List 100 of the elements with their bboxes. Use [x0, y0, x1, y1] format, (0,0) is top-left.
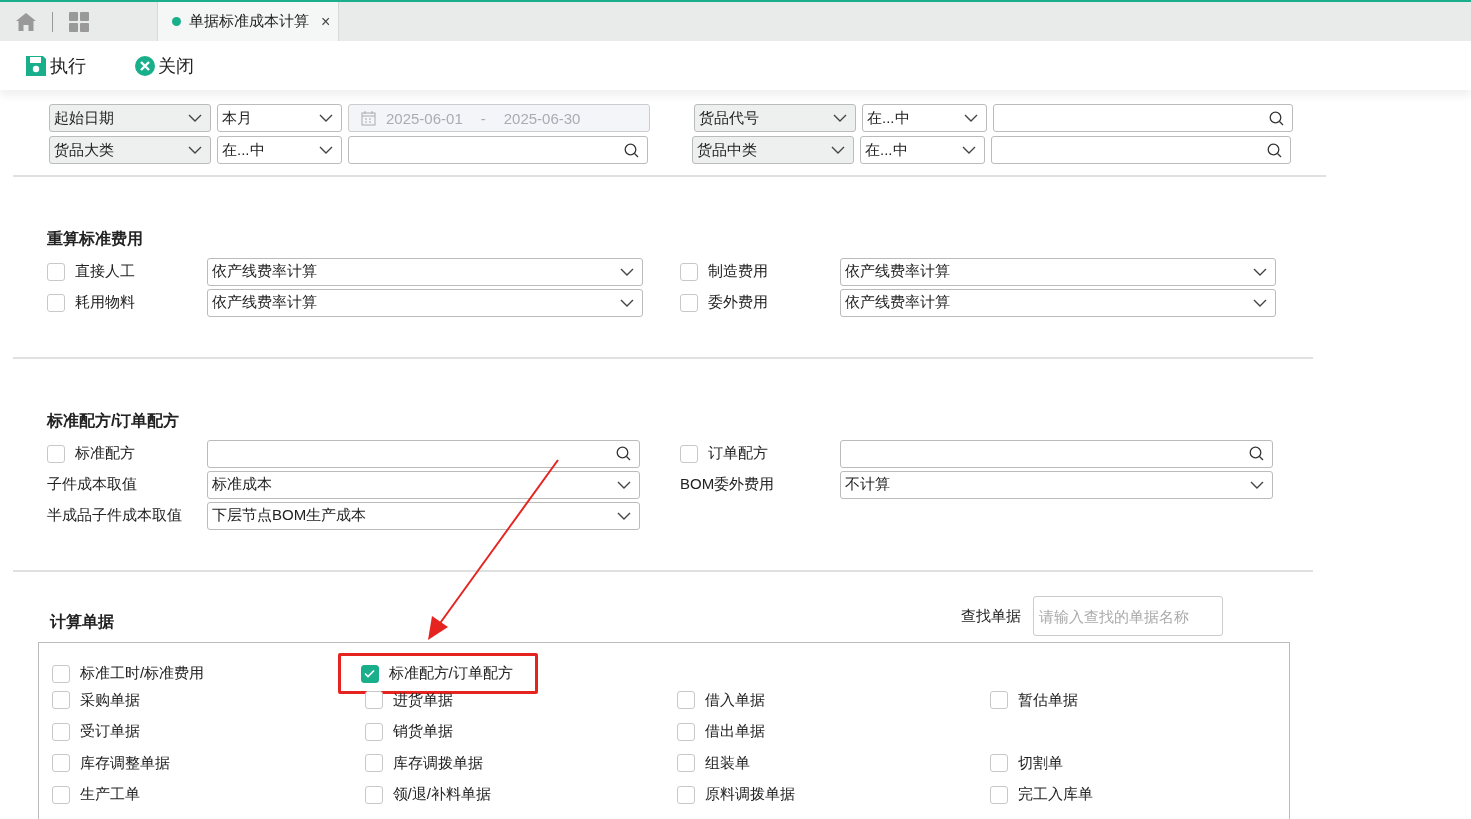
select-value: 在...中 [222, 140, 265, 160]
document-label: 暂估单据 [1017, 690, 1078, 710]
checkbox[interactable] [364, 691, 383, 710]
grid-icon[interactable] [69, 11, 89, 32]
select-value: 在...中 [865, 140, 908, 160]
document-label: 组装单 [705, 753, 750, 773]
checkbox[interactable] [364, 785, 383, 804]
chevron-down-icon [1253, 298, 1267, 307]
checkbox[interactable] [52, 664, 70, 683]
value-select[interactable]: 标准成本 [207, 470, 640, 499]
find-field[interactable]: 请输入查找的单据名称 [1033, 596, 1223, 636]
select-value: 依产线费率计算 [212, 262, 317, 281]
checkbox[interactable] [364, 722, 383, 741]
checkbox[interactable] [989, 785, 1008, 804]
operator-select[interactable]: 在...中 [860, 136, 985, 164]
checkbox[interactable] [677, 691, 695, 710]
checkbox[interactable] [364, 754, 383, 773]
search-field[interactable] [348, 136, 648, 164]
chevron-down-icon [319, 146, 333, 154]
document-label: 借入单据 [705, 690, 765, 710]
chevron-down-icon [620, 298, 634, 307]
field-select[interactable]: 起始日期 [49, 104, 211, 132]
value-select[interactable]: 不计算 [840, 470, 1273, 499]
checkbox[interactable] [47, 444, 65, 463]
field-select[interactable]: 货品代号 [694, 104, 856, 132]
document-label: 标准工时/标准费用 [80, 664, 205, 683]
search-icon [1269, 110, 1284, 126]
chevron-down-icon [319, 114, 333, 122]
check-icon [364, 669, 375, 678]
method-select[interactable]: 依产线费率计算 [840, 288, 1276, 317]
search-field[interactable] [991, 136, 1291, 164]
checkbox[interactable] [52, 722, 70, 741]
checkbox[interactable] [677, 722, 695, 741]
document-label: 采购单据 [80, 690, 140, 710]
select-value: 下层节点BOM生产成本 [212, 506, 367, 525]
field-select[interactable]: 货品大类 [49, 136, 211, 164]
select-value: 依产线费率计算 [845, 293, 950, 312]
option-label: 订单配方 [708, 444, 768, 463]
checkbox[interactable] [680, 293, 698, 312]
close-button[interactable]: 关闭 [134, 53, 194, 78]
chevron-down-icon [188, 114, 202, 122]
document-label: 完工入库单 [1017, 785, 1093, 805]
search-field[interactable] [207, 439, 640, 468]
search-field[interactable] [840, 439, 1273, 468]
option-label: 标准配方 [75, 444, 135, 463]
section-title: 重算标准费用 [47, 229, 144, 249]
checkbox[interactable] [680, 444, 698, 463]
chevron-down-icon [188, 146, 202, 154]
option-label: 直接人工 [75, 262, 135, 281]
checkbox[interactable] [52, 754, 70, 773]
field-select[interactable]: 货品中类 [692, 136, 854, 164]
checkbox[interactable] [989, 691, 1008, 710]
checkbox[interactable] [52, 785, 70, 804]
chevron-down-icon [1253, 267, 1267, 276]
checkbox[interactable] [47, 262, 65, 281]
operator-select[interactable]: 本月 [217, 104, 342, 132]
method-select[interactable]: 依产线费率计算 [840, 257, 1276, 286]
document-label: 借出单据 [705, 722, 765, 742]
document-label: 库存调拨单据 [392, 753, 483, 773]
section-title: 计算单据 [50, 611, 114, 632]
chevron-down-icon [617, 480, 631, 489]
checkbox[interactable] [677, 785, 695, 804]
checkbox[interactable] [360, 664, 379, 683]
chevron-down-icon [833, 114, 847, 122]
calendar-icon [361, 110, 376, 126]
field-label: 子件成本取值 [47, 475, 137, 494]
method-select[interactable]: 依产线费率计算 [207, 257, 643, 286]
document-label: 领/退/补料单据 [392, 785, 491, 805]
document-label: 进货单据 [392, 690, 453, 710]
search-icon [1249, 446, 1264, 461]
select-value: 依产线费率计算 [212, 293, 317, 312]
chevron-down-icon [620, 267, 634, 276]
save-button[interactable]: 执行 [24, 53, 86, 78]
search-field[interactable] [993, 104, 1293, 132]
range-separator: - [480, 109, 486, 127]
operator-select[interactable]: 在...中 [217, 136, 342, 164]
document-label: 生产工单 [80, 785, 140, 805]
checkbox[interactable] [677, 754, 695, 773]
search-icon [1267, 142, 1282, 158]
checkbox[interactable] [47, 293, 65, 312]
chevron-down-icon [962, 146, 976, 154]
section-title: 标准配方/订单配方 [47, 411, 181, 431]
value-select[interactable]: 下层节点BOM生产成本 [207, 501, 640, 530]
document-label: 标准配方/订单配方 [388, 664, 513, 683]
select-value: 本月 [222, 108, 252, 128]
document-label: 原料调拨单据 [705, 785, 795, 805]
field-label: 半成品子件成本取值 [47, 506, 182, 525]
chevron-down-icon [964, 114, 978, 122]
checkbox[interactable] [52, 691, 70, 710]
checkbox[interactable] [989, 754, 1008, 773]
checkbox[interactable] [680, 262, 698, 281]
document-label: 受订单据 [80, 722, 140, 742]
end-date: 2025-06-30 [503, 109, 581, 127]
page-tab[interactable]: 单据标准成本计算 × [157, 2, 340, 41]
method-select[interactable]: 依产线费率计算 [207, 288, 643, 317]
chevron-down-icon [831, 146, 845, 154]
chevron-down-icon [617, 511, 631, 520]
operator-select[interactable]: 在...中 [862, 104, 987, 132]
select-value: 不计算 [845, 475, 890, 494]
home-icon[interactable] [16, 12, 36, 31]
